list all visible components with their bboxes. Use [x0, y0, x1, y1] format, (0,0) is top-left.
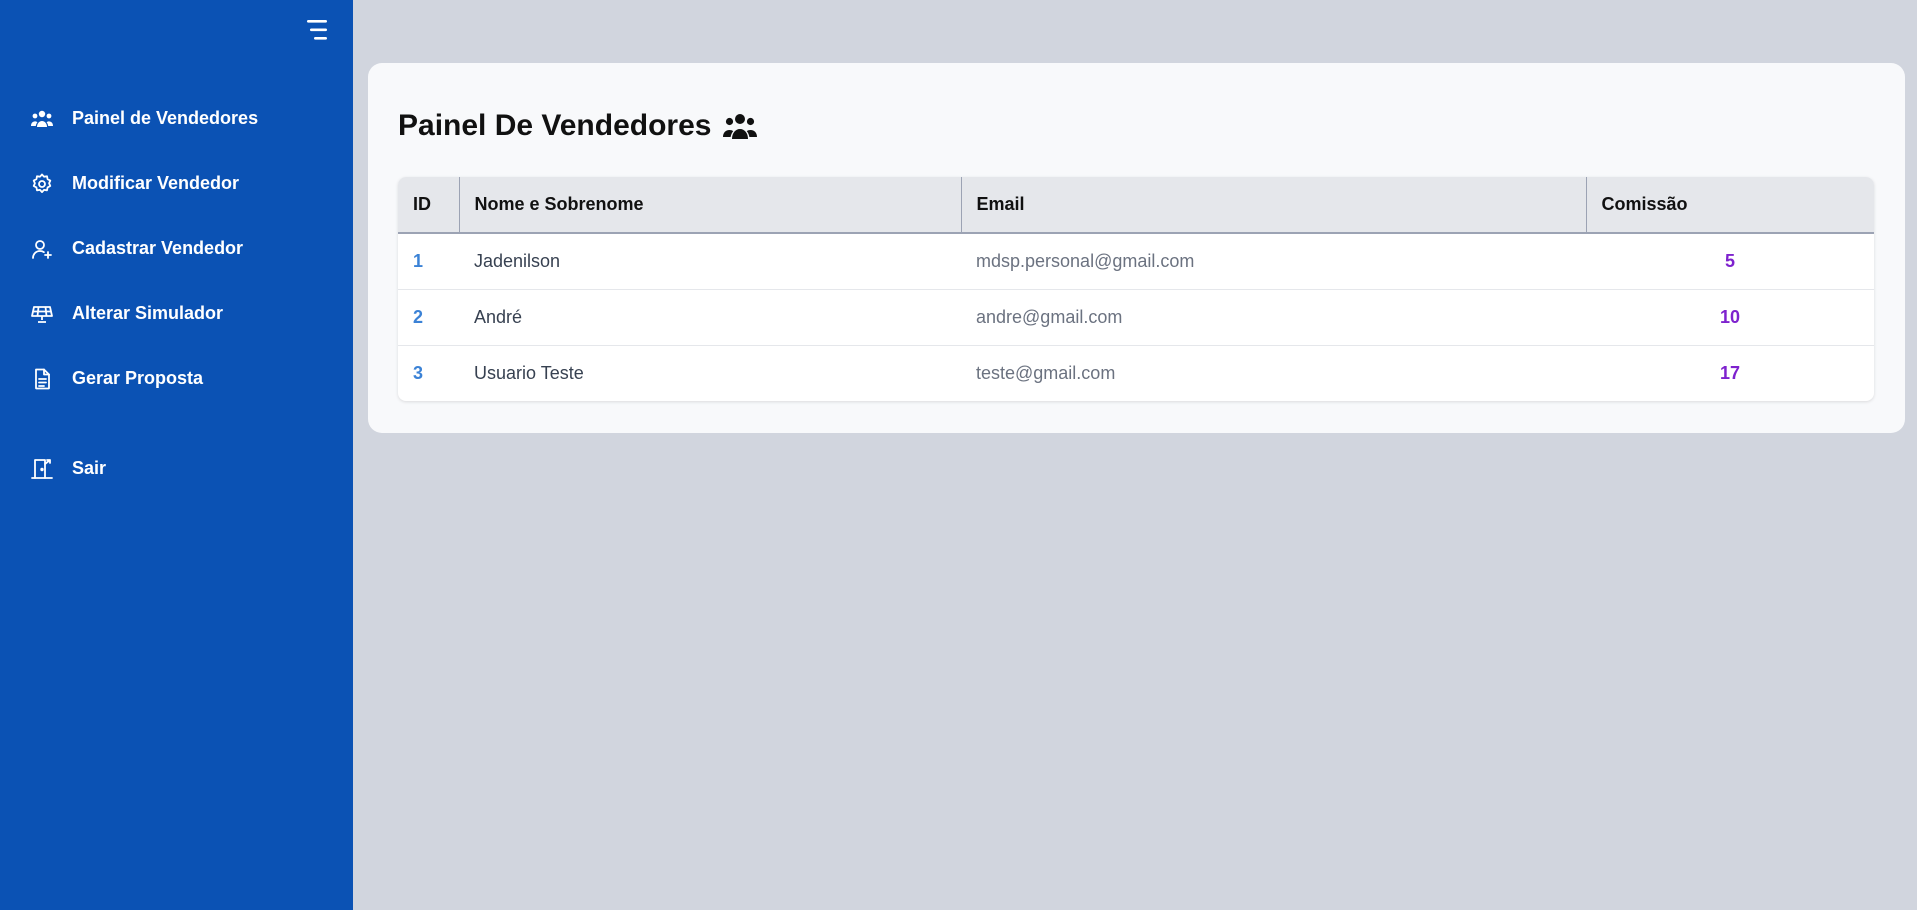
users-icon — [723, 111, 758, 141]
user-add-icon — [30, 237, 54, 261]
sidebar-item-cadastrar-vendedor[interactable]: Cadastrar Vendedor — [0, 216, 353, 281]
logout-label: Sair — [72, 458, 107, 478]
sidebar-item-gerar-proposta[interactable]: Gerar Proposta — [0, 346, 353, 411]
sidebar-item-label: Gerar Proposta — [72, 368, 204, 388]
cell-name: André — [459, 289, 961, 346]
sellers-table-container: ID Nome e Sobrenome Email Comissão 1 Jad… — [398, 177, 1874, 401]
sidebar-item-label: Painel de Vendedores — [72, 108, 259, 128]
table-row[interactable]: 3 Usuario Teste teste@gmail.com 17 — [398, 345, 1874, 401]
document-icon — [30, 367, 54, 391]
table-header-row: ID Nome e Sobrenome Email Comissão — [398, 177, 1874, 234]
table-row[interactable]: 1 Jadenilson mdsp.personal@gmail.com 5 — [398, 233, 1874, 290]
exit-door-icon — [30, 457, 54, 481]
cell-name: Usuario Teste — [474, 362, 584, 383]
cell-commission: 17 — [1719, 362, 1741, 383]
main-panel: Painel De Vendedores ID Nome e Sobrenome… — [368, 63, 1905, 433]
sidebar-item-alterar-simulador[interactable]: Alterar Simulador — [0, 281, 353, 346]
sidebar-item-painel-vendedores[interactable]: Painel de Vendedores — [0, 86, 353, 151]
column-header-id: ID — [398, 177, 459, 234]
sidebar-item-label: Modificar Vendedor — [72, 173, 240, 193]
cell-email: teste@gmail.com — [976, 362, 1116, 383]
column-header-commission: Comissão — [1585, 177, 1874, 234]
cell-id: 2 — [398, 289, 459, 346]
sidebar-item-label: Cadastrar Vendedor — [72, 238, 244, 258]
gear-icon — [30, 172, 54, 196]
page-title-text: Painel De Vendedores — [398, 109, 712, 142]
sellers-table: ID Nome e Sobrenome Email Comissão 1 Jad… — [398, 177, 1874, 401]
cell-email: mdsp.personal@gmail.com — [961, 233, 1586, 290]
cell-id: 3 — [413, 362, 424, 383]
sidebar-item-modificar-vendedor[interactable]: Modificar Vendedor — [0, 151, 353, 216]
sidebar-item-label: Alterar Simulador — [72, 303, 224, 323]
hamburger-menu-icon[interactable] — [304, 17, 330, 43]
logout-button[interactable]: Sair — [0, 436, 353, 501]
sidebar-nav: Painel de Vendedores Modificar Vendedor … — [0, 86, 353, 501]
column-header-name: Nome e Sobrenome — [458, 177, 961, 234]
solar-panel-icon — [30, 302, 54, 326]
page-title: Painel De Vendedores — [398, 109, 758, 143]
cell-email: andre@gmail.com — [961, 289, 1586, 346]
cell-commission: 10 — [1586, 289, 1874, 346]
column-header-email: Email — [960, 177, 1586, 234]
users-icon — [30, 107, 54, 131]
cell-id: 1 — [398, 233, 459, 290]
cell-name: Jadenilson — [459, 233, 961, 290]
table-row[interactable]: 2 André andre@gmail.com 10 — [398, 289, 1874, 346]
cell-commission: 5 — [1586, 233, 1874, 290]
sidebar: Painel de Vendedores Modificar Vendedor … — [0, 0, 353, 910]
